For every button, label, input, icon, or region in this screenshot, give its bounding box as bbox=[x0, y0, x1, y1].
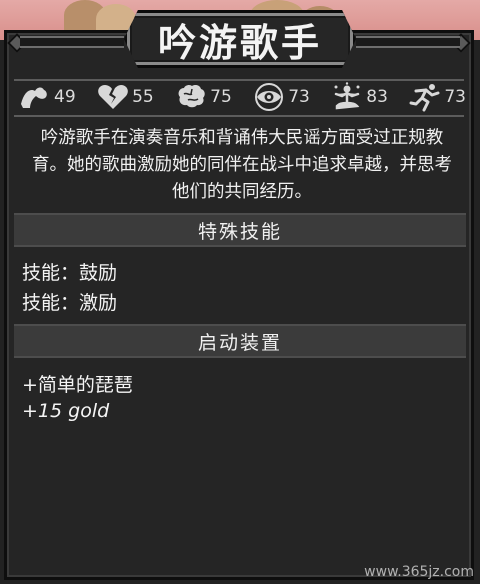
stat-agility[interactable]: 73 bbox=[408, 82, 466, 112]
equipment-header-label: 启动装置 bbox=[197, 331, 282, 354]
character-name: 吟游歌手 bbox=[157, 20, 322, 65]
stat-value: 83 bbox=[366, 87, 388, 107]
stat-value: 73 bbox=[444, 87, 466, 107]
equipment-item[interactable]: +简单的琵琶 bbox=[22, 370, 133, 397]
running-icon bbox=[408, 82, 442, 112]
stat-strength[interactable]: 49 bbox=[18, 82, 76, 112]
stat-heart[interactable]: 55 bbox=[96, 82, 154, 112]
title-banner-wing bbox=[356, 36, 460, 48]
equipment-section-header: 启动装置 bbox=[14, 324, 466, 358]
stat-perception[interactable]: 73 bbox=[252, 82, 310, 112]
skills-header-label: 特殊技能 bbox=[197, 220, 282, 243]
stats-row: 49 55 75 73 83 73 bbox=[18, 80, 466, 114]
watermark: www.365jz.com bbox=[364, 564, 474, 580]
stat-value: 73 bbox=[288, 87, 310, 107]
stat-value: 55 bbox=[132, 87, 154, 107]
meditation-icon bbox=[330, 82, 364, 112]
skill-item[interactable]: 技能：激励 bbox=[22, 288, 117, 315]
game-screen: 吟游歌手 49 55 75 73 83 73 吟游歌手在演奏音乐和背诵伟大民谣方… bbox=[0, 0, 480, 584]
stat-intellect[interactable]: 75 bbox=[174, 82, 232, 112]
equipment-gold: +15 gold bbox=[22, 400, 110, 422]
skills-section-header: 特殊技能 bbox=[14, 213, 466, 247]
broken-heart-icon bbox=[96, 82, 130, 112]
skill-item[interactable]: 技能：鼓励 bbox=[22, 258, 117, 285]
title-banner-wing bbox=[20, 36, 124, 48]
stat-willpower[interactable]: 83 bbox=[330, 82, 388, 112]
character-description: 吟游歌手在演奏音乐和背诵伟大民谣方面受过正规教育。她的歌曲激励她的同伴在战斗中追… bbox=[32, 128, 452, 202]
eye-icon bbox=[252, 82, 286, 112]
strength-icon bbox=[18, 82, 52, 112]
brain-icon bbox=[174, 82, 208, 112]
stat-value: 49 bbox=[54, 87, 76, 107]
stat-value: 75 bbox=[210, 87, 232, 107]
